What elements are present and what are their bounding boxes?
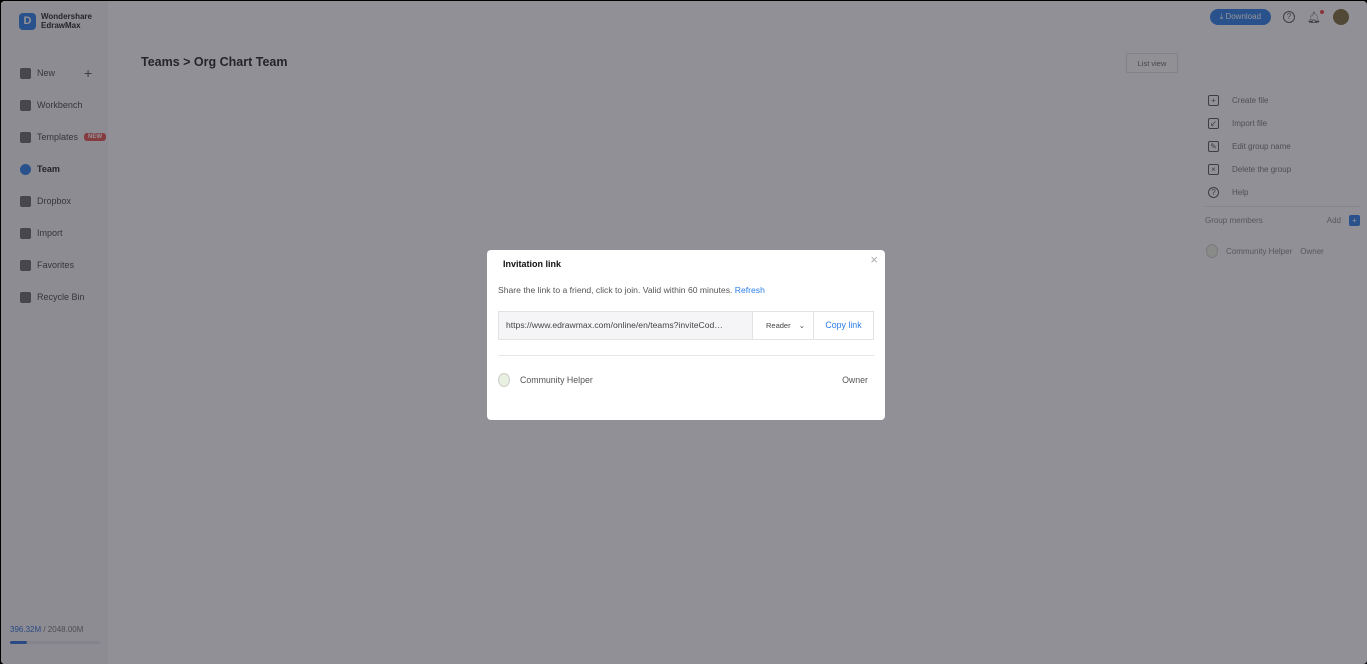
copy-link-button[interactable]: Copy link [814, 312, 873, 339]
invite-url-field[interactable]: https://www.edrawmax.com/online/en/teams… [499, 312, 753, 339]
permission-value: Reader [766, 321, 791, 330]
permission-select[interactable]: Reader ⌄ [753, 312, 814, 339]
member-role: Owner [842, 375, 868, 385]
desc-text: Share the link to a friend, click to joi… [498, 285, 733, 295]
refresh-link[interactable]: Refresh [735, 285, 765, 295]
dialog-description: Share the link to a friend, click to joi… [498, 285, 765, 295]
divider [498, 355, 874, 356]
member-avatar [498, 373, 510, 387]
app-window: D WondershareEdrawMax New+ Workbench Tem… [1, 1, 1367, 664]
dialog-title: Invitation link [503, 259, 562, 269]
close-icon[interactable]: × [870, 252, 878, 267]
member-item: Community Helper Owner [498, 373, 868, 387]
invitation-link-dialog: Invitation link × Share the link to a fr… [487, 250, 885, 420]
member-name: Community Helper [520, 375, 593, 385]
chevron-down-icon: ⌄ [798, 321, 805, 330]
